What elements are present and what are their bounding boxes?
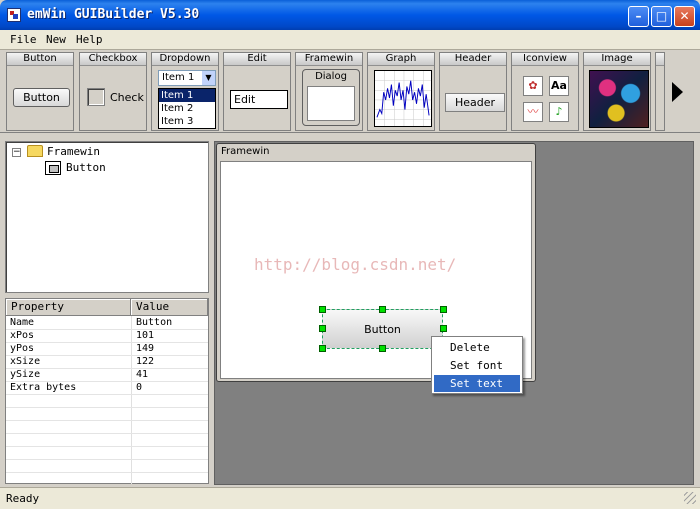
arrow-right-icon[interactable] <box>672 82 683 102</box>
framewin-preview-title: Dialog <box>315 71 347 82</box>
resize-handle-left[interactable] <box>319 325 326 332</box>
property-name: Extra bytes <box>10 382 77 393</box>
widget-toolbar: Button Button Checkbox Check Dropdown It… <box>0 50 700 133</box>
property-name: yPos <box>10 343 35 354</box>
property-value[interactable]: Button <box>136 317 172 329</box>
tool-header-label: Header <box>440 53 506 66</box>
resize-handle-top-left[interactable] <box>319 306 326 313</box>
menu-help[interactable]: Help <box>76 33 103 46</box>
property-name: xPos <box>10 330 35 341</box>
palette-icon: ✿ <box>523 76 543 96</box>
property-row[interactable]: xPos 101 <box>6 330 208 343</box>
checkbox-preview-label: Check <box>110 91 144 104</box>
chevron-down-icon: ▼ <box>202 71 215 85</box>
ctx-delete[interactable]: Delete <box>434 339 520 356</box>
property-row[interactable]: xSize 122 <box>6 356 208 369</box>
value-column-header[interactable]: Value <box>131 299 208 316</box>
menu-new[interactable]: New <box>46 33 66 46</box>
status-bar: Ready <box>0 487 700 509</box>
font-icon: Aa <box>549 76 569 96</box>
dropdown-list: Item 1 Item 2 Item 3 <box>158 88 216 129</box>
watermark-text: http://blog.csdn.net/ <box>254 255 457 274</box>
tool-button[interactable]: Button Button <box>6 52 74 131</box>
app-icon[interactable] <box>7 8 21 22</box>
property-value[interactable]: 0 <box>136 382 142 394</box>
ctx-set-font[interactable]: Set font <box>434 357 520 374</box>
music-note-icon: ♪ <box>549 102 569 122</box>
folder-icon <box>27 145 43 157</box>
framewin-title: Framewin <box>221 146 270 157</box>
tool-dropdown[interactable]: Dropdown Item 1 ▼ Item 1 Item 2 Item 3 <box>151 52 219 131</box>
property-row[interactable]: ySize 41 <box>6 369 208 382</box>
graph-preview-icon <box>374 70 432 127</box>
resize-handle-bottom-left[interactable] <box>319 345 326 352</box>
tool-framewin[interactable]: Framewin Dialog <box>295 52 363 131</box>
resize-grip-icon[interactable] <box>684 492 696 504</box>
tree-item-framewin[interactable]: Framewin <box>47 145 100 158</box>
resize-handle-bottom[interactable] <box>379 345 386 352</box>
tool-graph-label: Graph <box>368 53 434 66</box>
tool-iconview-label: Iconview <box>512 53 578 66</box>
property-row[interactable]: yPos 149 <box>6 343 208 356</box>
dropdown-option: Item 1 <box>159 89 215 102</box>
tool-edit-label: Edit <box>224 53 290 66</box>
property-name: ySize <box>10 369 41 380</box>
dropdown-selected: Item 1 <box>162 72 195 83</box>
dropdown-option: Item 2 <box>161 103 194 114</box>
tool-header[interactable]: Header Header <box>439 52 507 131</box>
property-value[interactable]: 101 <box>136 330 154 342</box>
tool-image[interactable]: Image <box>583 52 651 131</box>
framewin-preview: Dialog <box>302 69 360 126</box>
property-name: xSize <box>10 356 41 367</box>
tree-item-button[interactable]: Button <box>66 161 106 174</box>
dropdown-option: Item 3 <box>161 116 194 127</box>
tool-checkbox[interactable]: Checkbox Check <box>79 52 147 131</box>
title-bar[interactable]: emWin GUIBuilder V5.30 – □ ✕ <box>0 0 700 30</box>
ctx-set-text[interactable]: Set text <box>434 375 520 392</box>
property-column-header[interactable]: Property <box>6 299 131 316</box>
property-row[interactable]: Name Button <box>6 317 208 330</box>
menu-file[interactable]: File <box>10 33 37 46</box>
tool-edit[interactable]: Edit Edit <box>223 52 291 131</box>
tool-image-label: Image <box>584 53 650 66</box>
edit-preview: Edit <box>230 90 288 109</box>
resize-handle-top[interactable] <box>379 306 386 313</box>
checkbox-preview <box>87 88 105 106</box>
close-button[interactable]: ✕ <box>674 6 695 27</box>
window-title: emWin GUIBuilder V5.30 <box>27 7 200 22</box>
header-preview: Header <box>445 93 505 112</box>
button-widget-icon <box>45 161 61 175</box>
collapse-icon[interactable]: − <box>12 148 21 157</box>
tool-iconview[interactable]: Iconview ✿ Aa 〰 ♪ <box>511 52 579 131</box>
tool-next-partial[interactable] <box>655 52 665 131</box>
minimize-button[interactable]: – <box>628 6 649 27</box>
menu-bar: File New Help <box>0 30 700 50</box>
property-value[interactable]: 41 <box>136 369 148 381</box>
tool-graph[interactable]: Graph <box>367 52 435 131</box>
widget-tree[interactable]: − Framewin Button <box>5 141 209 293</box>
selected-button-widget[interactable]: Button <box>322 309 443 349</box>
maximize-button[interactable]: □ <box>651 6 672 27</box>
property-value[interactable]: 149 <box>136 343 154 355</box>
resize-handle-top-right[interactable] <box>440 306 447 313</box>
property-name: Name <box>10 317 35 328</box>
resize-handle-right[interactable] <box>440 325 447 332</box>
image-preview-icon <box>589 70 649 128</box>
tool-dropdown-label: Dropdown <box>152 53 218 66</box>
context-menu: Delete Set font Set text <box>431 336 523 394</box>
button-preview: Button <box>13 88 70 107</box>
tool-framewin-label: Framewin <box>296 53 362 66</box>
tool-button-label: Button <box>7 53 73 66</box>
property-grid: Property Value Name Button xPos 101 yPos… <box>5 298 209 484</box>
waveform-icon: 〰 <box>523 102 543 122</box>
property-row[interactable]: Extra bytes 0 <box>6 382 208 395</box>
tool-checkbox-label: Checkbox <box>80 53 146 66</box>
dropdown-preview: Item 1 ▼ <box>158 70 216 86</box>
status-text: Ready <box>6 492 40 505</box>
property-value[interactable]: 122 <box>136 356 154 368</box>
